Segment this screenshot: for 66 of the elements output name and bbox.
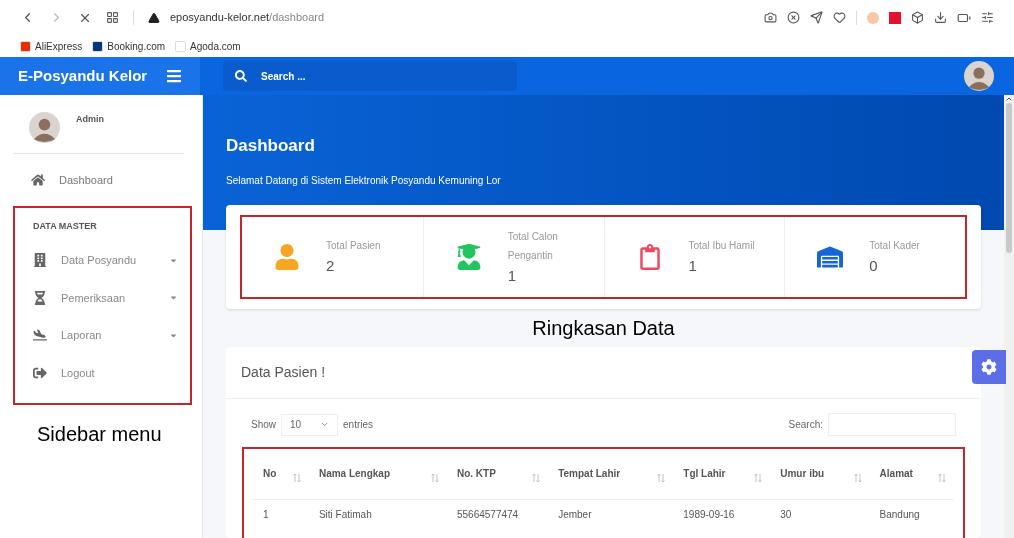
sidebar-item[interactable]: Data Posyandu — [15, 241, 190, 279]
entries-label: entries — [343, 418, 374, 432]
table-cell: 55664577474 — [456, 508, 519, 520]
grid-icon[interactable] — [106, 11, 119, 24]
search-icon — [235, 70, 247, 82]
page-title: Dashboard — [226, 135, 316, 157]
extension-icon[interactable] — [889, 11, 901, 24]
hourglass-icon — [33, 290, 47, 305]
column-header[interactable]: Nama Lengkap — [318, 466, 391, 482]
table-cell: Siti Fatimah — [318, 508, 372, 520]
sidebar-item[interactable]: Logout — [15, 354, 190, 392]
camera-icon[interactable] — [764, 11, 777, 24]
settings-icon[interactable] — [981, 11, 994, 24]
column-header[interactable]: Alamat — [879, 466, 913, 482]
page-size-select[interactable]: 10 — [281, 413, 338, 436]
chevron-icon — [320, 420, 329, 429]
annotation-label: Sidebar menu — [37, 422, 163, 447]
scroll-up-icon[interactable] — [1005, 95, 1013, 103]
building-icon — [33, 253, 47, 268]
column-header[interactable]: Tempat Lahir — [558, 466, 621, 482]
table-cell: Bandung — [879, 508, 920, 520]
menu-icon[interactable] — [166, 68, 182, 84]
bookmark-link[interactable]: AliExpress — [35, 38, 83, 54]
stat-label: Total Pasien — [326, 239, 381, 254]
show-label: Show — [251, 418, 276, 432]
circle-x-icon[interactable] — [787, 11, 800, 24]
stat-label: Total Kader — [869, 239, 920, 254]
column-header[interactable]: No. KTP — [456, 466, 496, 482]
table-cell: Jember — [558, 508, 592, 520]
settings-button[interactable] — [972, 350, 1006, 384]
section-heading: DATA MASTER — [32, 220, 98, 233]
annotation-label: Ringkasan Data — [532, 316, 675, 341]
table-cell: 1989-09-16 — [683, 508, 735, 520]
column-header[interactable]: Umur ibu — [780, 466, 825, 482]
cube-icon[interactable] — [911, 11, 924, 24]
search-field[interactable]: Search ... — [223, 61, 517, 91]
card-title: Data Pasien ! — [241, 363, 326, 382]
sidebar-item[interactable]: Dashboard — [13, 154, 192, 206]
stat-value: 1 — [688, 256, 698, 277]
address-bar[interactable]: eposyandu-kelor.net/dashboard — [170, 9, 325, 26]
stat-value: 2 — [326, 256, 336, 277]
avatar-icon — [964, 61, 994, 91]
home-icon — [31, 173, 45, 187]
stat-value: 0 — [869, 256, 879, 277]
plane-landing-icon — [33, 328, 47, 343]
stat-value: 1 — [507, 265, 518, 286]
stat-label: Total Ibu Hamil — [688, 239, 755, 254]
stat-label: Total Calon Pengantin — [507, 229, 559, 263]
settings-icon — [981, 359, 997, 375]
welcome-text: Selamat Datang di Sistem Elektronik Posyandu Kemuning Lor — [226, 173, 502, 188]
avatar-icon — [29, 112, 60, 143]
heart-icon[interactable] — [833, 11, 846, 24]
user-name: Admin — [76, 113, 104, 126]
search-label: Search: — [788, 418, 823, 432]
logout-icon — [33, 365, 47, 380]
bookmark-link[interactable]: Agoda.com — [190, 38, 241, 54]
download-icon[interactable] — [934, 11, 947, 24]
sidebar-item[interactable]: Pemeriksaan — [15, 279, 190, 317]
table-cell: 30 — [780, 508, 792, 520]
table-cell: 1 — [263, 508, 269, 520]
bookmark-link[interactable]: Booking.com — [107, 38, 166, 54]
column-header[interactable]: No — [263, 466, 277, 482]
warning-icon — [148, 11, 160, 24]
column-header[interactable]: Tgl Lahir — [683, 466, 726, 482]
sidebar-item[interactable]: Laporan — [15, 316, 190, 354]
send-icon[interactable] — [810, 11, 823, 24]
